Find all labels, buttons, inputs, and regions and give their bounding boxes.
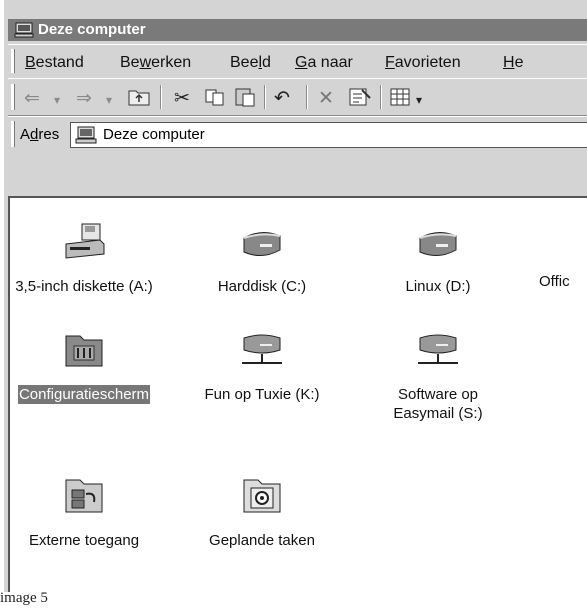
hard-disk-icon	[419, 232, 457, 256]
views-icon[interactable]	[390, 88, 410, 106]
menu-bar: Bestand Bewerken Beeld Ga naar Favoriete…	[8, 44, 587, 77]
menu-bewerken[interactable]: Bewerken	[120, 54, 191, 72]
toolbar-separator	[306, 85, 308, 109]
cut-icon[interactable]: ✂	[174, 87, 190, 110]
menu-bestand[interactable]: Bestand	[25, 54, 84, 72]
toolbar-separator	[160, 85, 162, 109]
menu-favorieten[interactable]: Favorieten	[385, 54, 461, 72]
item-label: Fun op Tuxie (K:)	[204, 386, 320, 403]
item-label: Harddisk (C:)	[217, 278, 307, 295]
item-control-panel[interactable]: Configuratiescherm	[4, 330, 172, 404]
item-externe-toegang[interactable]: Externe toegang	[4, 476, 172, 550]
network-drive-icon	[418, 334, 458, 364]
item-office[interactable]: Offic	[539, 222, 587, 291]
up-folder-icon[interactable]	[128, 88, 150, 106]
control-panel-icon	[65, 335, 103, 367]
drive-icon	[539, 222, 587, 262]
remote-access-icon	[65, 479, 103, 513]
item-label: Geplande taken	[209, 532, 315, 549]
item-fun-op-tuxie[interactable]: Fun op Tuxie (K:)	[174, 330, 350, 404]
item-label: Software op Easymail (S:)	[393, 386, 483, 422]
address-label: Adres	[20, 126, 60, 143]
address-bar: Adres Deze computer	[8, 116, 587, 151]
item-label: 3,5-inch diskette (A:)	[15, 278, 153, 295]
computer-icon	[14, 22, 34, 38]
content-area: 3,5-inch diskette (A:) Harddisk (C:) Lin…	[8, 196, 587, 592]
toolbar: ⇐ ▾ ⇒ ▾ ✂ ↶ ✕ ▾	[8, 78, 587, 116]
image-caption: image 5	[0, 590, 48, 606]
item-linux-d[interactable]: Linux (D:)	[350, 222, 526, 296]
undo-icon[interactable]: ↶	[274, 87, 290, 110]
item-harddisk-c[interactable]: Harddisk (C:)	[174, 222, 350, 296]
delete-icon[interactable]: ✕	[318, 87, 334, 110]
paste-icon[interactable]	[234, 86, 256, 108]
menubar-grip[interactable]	[11, 49, 15, 73]
address-field[interactable]: Deze computer	[70, 122, 587, 148]
item-label: Configuratiescherm	[17, 385, 151, 404]
copy-icon[interactable]	[204, 88, 226, 106]
item-geplande-taken[interactable]: Geplande taken	[174, 476, 350, 550]
item-label: Linux (D:)	[405, 278, 471, 295]
properties-icon[interactable]	[348, 86, 372, 108]
addressbar-grip[interactable]	[11, 121, 15, 147]
forward-dropdown-icon[interactable]: ▾	[106, 93, 112, 107]
menu-ga-naar[interactable]: Ga naar	[295, 54, 353, 72]
menu-help[interactable]: He	[503, 54, 523, 72]
views-dropdown-icon[interactable]: ▾	[416, 93, 422, 107]
toolbar-separator	[380, 85, 382, 109]
item-label: Externe toegang	[28, 532, 140, 549]
computer-icon	[75, 126, 97, 144]
forward-arrow-icon[interactable]: ⇒	[76, 87, 92, 110]
explorer-window: Deze computer Bestand Bewerken Beeld Ga …	[4, 0, 587, 592]
scheduled-tasks-icon	[243, 479, 281, 513]
window-title: Deze computer	[38, 21, 146, 38]
item-floppy[interactable]: 3,5-inch diskette (A:)	[4, 222, 172, 296]
back-arrow-icon[interactable]: ⇐	[24, 87, 40, 110]
toolbar-grip[interactable]	[11, 84, 15, 110]
toolbar-separator	[264, 85, 266, 109]
back-dropdown-icon[interactable]: ▾	[54, 93, 60, 107]
hard-disk-icon	[243, 232, 281, 256]
title-bar[interactable]: Deze computer	[8, 19, 587, 41]
floppy-drive-icon	[65, 223, 105, 259]
network-drive-icon	[242, 334, 282, 364]
menu-beeld[interactable]: Beeld	[230, 54, 271, 72]
item-label: Offic	[539, 273, 570, 290]
item-software-op-easymail[interactable]: Software op Easymail (S:)	[350, 330, 526, 423]
address-value: Deze computer	[103, 126, 205, 143]
